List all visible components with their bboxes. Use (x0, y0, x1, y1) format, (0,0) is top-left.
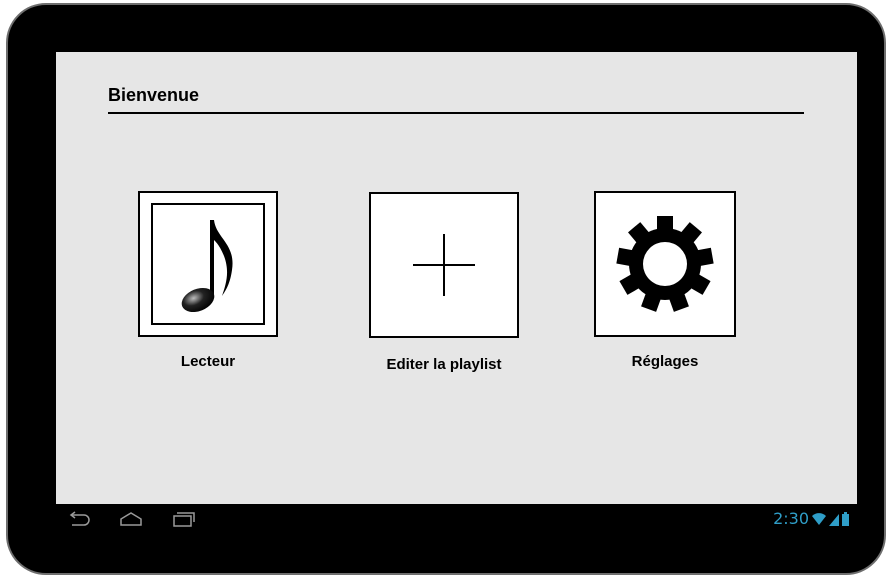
battery-icon (842, 511, 849, 526)
edit-playlist-label: Editer la playlist (386, 356, 502, 373)
recent-apps-icon[interactable] (170, 511, 196, 527)
clock: 2:30 (773, 509, 809, 528)
lecteur-button[interactable] (138, 191, 278, 337)
status-area: 2:30 (773, 509, 849, 528)
system-navigation-bar: 2:30 (56, 504, 857, 534)
settings-label: Réglages (631, 353, 699, 370)
home-icon[interactable] (118, 511, 144, 527)
title-divider (108, 112, 804, 114)
back-icon[interactable] (66, 511, 92, 527)
lecteur-icon-frame (151, 203, 265, 325)
music-note-icon (181, 220, 233, 313)
gear-icon (616, 216, 714, 312)
page-title: Bienvenue (108, 85, 200, 105)
lecteur-label: Lecteur (180, 353, 236, 370)
edit-playlist-button[interactable] (369, 192, 519, 338)
signal-icon (829, 513, 839, 526)
plus-icon (413, 234, 475, 296)
app-screen: Bienvenue Lecteur Editer la playlist Rég… (56, 52, 857, 504)
settings-button[interactable] (594, 191, 736, 337)
wifi-icon (812, 512, 826, 525)
